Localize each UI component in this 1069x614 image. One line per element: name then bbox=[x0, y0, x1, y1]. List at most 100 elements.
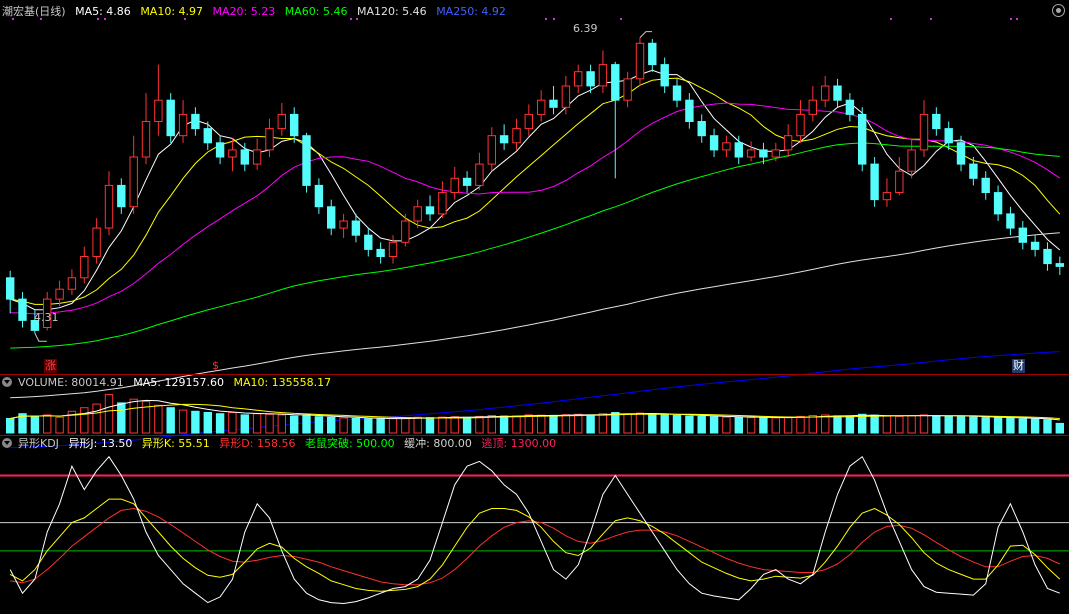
kdj-top-label: 逃顶: 1300.00 bbox=[481, 437, 557, 450]
candle-body bbox=[475, 163, 484, 186]
candle-body bbox=[252, 149, 262, 165]
volume-bar bbox=[80, 407, 89, 434]
candle-body bbox=[104, 184, 114, 229]
kdj-mouse-label: 老鼠突破: 500.00 bbox=[304, 437, 395, 450]
candle-body bbox=[932, 113, 941, 130]
candle-body bbox=[709, 135, 719, 151]
candle-body bbox=[129, 156, 138, 208]
volume-bar bbox=[944, 415, 953, 434]
candle-body bbox=[240, 149, 250, 165]
candle-body bbox=[154, 99, 163, 122]
ma5-label: MA5: 4.86 bbox=[75, 5, 131, 18]
candle-body bbox=[660, 64, 669, 87]
volume-bar bbox=[586, 414, 595, 434]
candle-body bbox=[598, 64, 608, 87]
volume-bar bbox=[821, 414, 830, 434]
signal-dot bbox=[1016, 18, 1018, 20]
collapse-kdj-icon[interactable] bbox=[2, 438, 12, 448]
marker-dollar: $ bbox=[212, 359, 219, 372]
volume-bar bbox=[574, 413, 583, 434]
volume-bar bbox=[907, 415, 916, 434]
volume-bar bbox=[833, 415, 842, 434]
low-arrow bbox=[34, 333, 47, 342]
candle-body bbox=[141, 121, 151, 158]
signal-dot bbox=[545, 18, 547, 20]
candle-body bbox=[882, 192, 892, 201]
candle-body bbox=[487, 135, 497, 165]
volume-bar bbox=[314, 416, 324, 434]
settings-icon[interactable] bbox=[1052, 4, 1065, 17]
candle-body bbox=[314, 184, 324, 208]
signal-dot bbox=[930, 18, 932, 20]
candle-body bbox=[574, 71, 583, 87]
candle-body bbox=[351, 220, 361, 236]
volume-bar bbox=[154, 404, 163, 434]
candle-body bbox=[290, 113, 299, 137]
volume-bar bbox=[487, 415, 497, 434]
volume-label: VOLUME: 80014.91 bbox=[18, 376, 124, 389]
volume-bar bbox=[537, 414, 546, 434]
candle-body bbox=[648, 42, 657, 66]
volume-bar bbox=[252, 413, 262, 434]
volume-bar bbox=[845, 415, 855, 434]
candle-body bbox=[80, 256, 89, 279]
candle-body bbox=[993, 192, 1003, 215]
candle-body bbox=[203, 128, 213, 144]
volume-bar bbox=[512, 415, 521, 434]
volume-bar bbox=[697, 415, 706, 434]
volume-bar bbox=[277, 414, 287, 434]
candle-body bbox=[561, 85, 571, 108]
volume-bar bbox=[376, 418, 385, 434]
volume-bar bbox=[92, 403, 101, 434]
candle-body bbox=[697, 121, 706, 137]
signal-dot bbox=[890, 18, 892, 20]
collapse-volume-icon[interactable] bbox=[2, 377, 12, 387]
volume-bar bbox=[1043, 419, 1052, 434]
volume-bar bbox=[450, 416, 459, 434]
candle-body bbox=[265, 128, 274, 151]
candle-body bbox=[586, 71, 595, 87]
candle-body bbox=[746, 149, 756, 158]
volume-bar bbox=[1055, 422, 1064, 434]
candle-body bbox=[623, 78, 632, 101]
volume-bar bbox=[858, 413, 867, 434]
candle-body bbox=[537, 99, 546, 115]
kdj-d-label: 异形D: 158.56 bbox=[219, 437, 296, 450]
volume-bar bbox=[401, 417, 410, 434]
candle-body bbox=[327, 206, 336, 229]
volume-bar bbox=[611, 412, 620, 434]
volume-bar bbox=[30, 415, 40, 434]
kdj-j-label: 异形J: 13.50 bbox=[68, 437, 133, 450]
candle-body bbox=[1055, 263, 1064, 267]
candle-body bbox=[364, 234, 373, 250]
volume-bar bbox=[870, 414, 879, 434]
volume-bar bbox=[660, 414, 669, 434]
candle-body bbox=[1043, 248, 1052, 265]
candle-body bbox=[462, 177, 472, 186]
candle-body bbox=[685, 99, 694, 122]
volume-bar bbox=[351, 418, 361, 434]
candle-body bbox=[524, 113, 533, 130]
volume-bar bbox=[969, 416, 978, 434]
volume-bar bbox=[635, 412, 645, 434]
ma120-line bbox=[10, 232, 1060, 399]
volume-bar bbox=[104, 393, 114, 434]
candle-body bbox=[215, 142, 225, 158]
volume-bar bbox=[117, 402, 126, 434]
candle-body bbox=[413, 206, 422, 222]
candle-body bbox=[919, 113, 929, 151]
candle-body bbox=[808, 99, 817, 115]
candle-body bbox=[277, 113, 287, 130]
candle-body bbox=[635, 42, 645, 80]
candle-body bbox=[67, 277, 77, 290]
volume-panel bbox=[6, 393, 1064, 434]
candle-body bbox=[191, 113, 200, 130]
candle-body bbox=[18, 298, 27, 321]
ma120-label: MA120: 5.46 bbox=[356, 5, 427, 18]
volume-bar bbox=[932, 415, 941, 434]
candle-body bbox=[92, 227, 101, 258]
ma250-label: MA250: 4.92 bbox=[436, 5, 506, 18]
volume-bar bbox=[524, 414, 533, 434]
candle-body bbox=[450, 177, 459, 194]
candle-body bbox=[722, 142, 731, 151]
